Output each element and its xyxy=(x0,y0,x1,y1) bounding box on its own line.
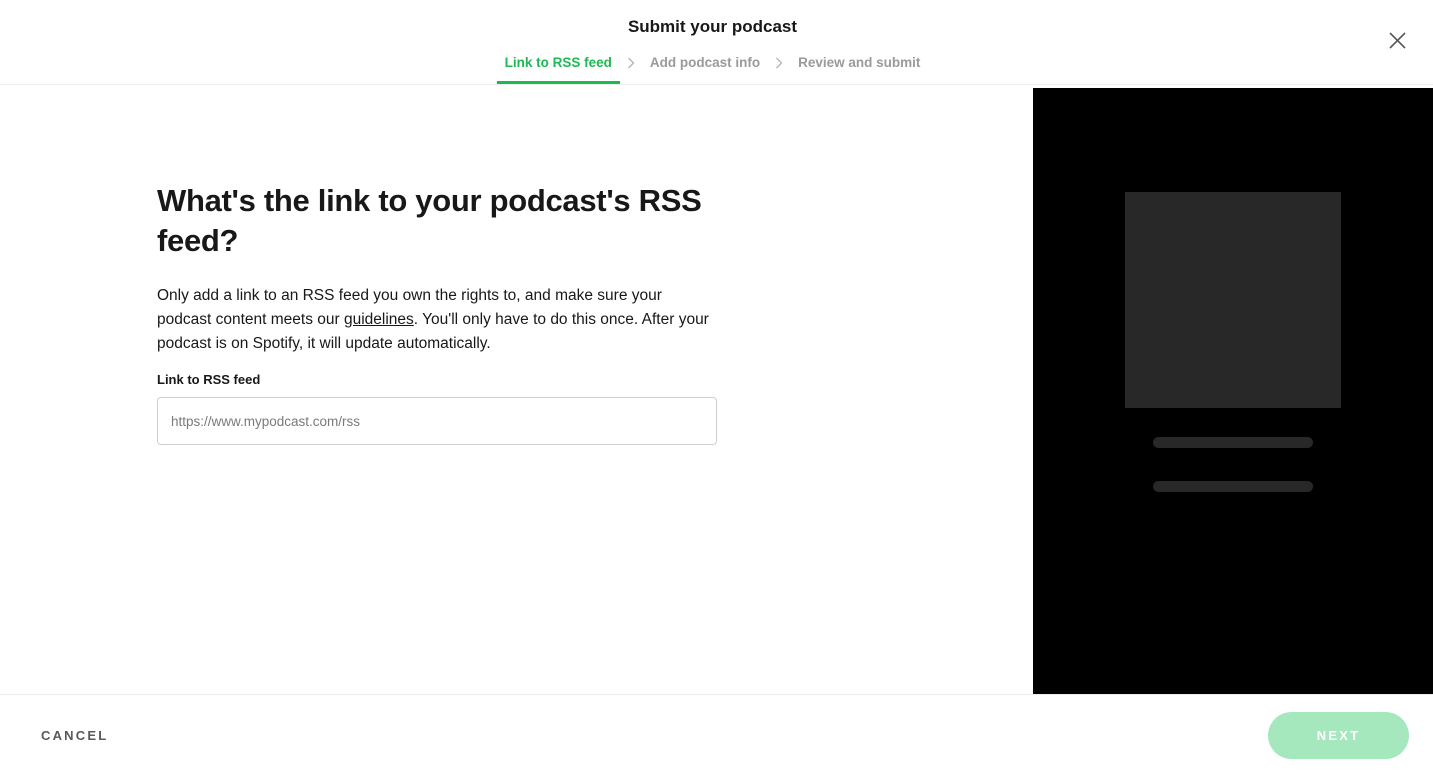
next-button[interactable]: NEXT xyxy=(1268,712,1409,759)
title-placeholder-line xyxy=(1153,437,1313,448)
step-link-rss-feed[interactable]: Link to RSS feed xyxy=(496,52,621,84)
page-title: Submit your podcast xyxy=(627,17,798,36)
rss-form: What's the link to your podcast's RSS fe… xyxy=(157,181,737,445)
step-add-podcast-info[interactable]: Add podcast info xyxy=(642,52,768,84)
podcast-preview-panel xyxy=(1033,88,1433,695)
guidelines-link[interactable]: guidelines xyxy=(344,311,414,328)
form-description: Only add a link to an RSS feed you own t… xyxy=(157,284,717,356)
footer: CANCEL NEXT xyxy=(0,694,1433,773)
form-heading: What's the link to your podcast's RSS fe… xyxy=(157,183,702,258)
subtitle-placeholder-line xyxy=(1153,481,1313,492)
stepper: Link to RSS feed Add podcast info Review… xyxy=(0,52,1425,84)
cover-art-placeholder xyxy=(1125,192,1341,408)
rss-field-label: Link to RSS feed xyxy=(157,372,261,387)
close-icon xyxy=(1388,31,1406,49)
cancel-button[interactable]: CANCEL xyxy=(41,728,108,743)
close-button[interactable] xyxy=(1384,27,1410,53)
chevron-right-icon xyxy=(620,53,642,73)
rss-feed-input[interactable] xyxy=(157,397,717,445)
step-review-and-submit[interactable]: Review and submit xyxy=(790,52,928,84)
header: Submit your podcast Link to RSS feed Add… xyxy=(0,0,1433,85)
chevron-right-icon xyxy=(768,53,790,73)
